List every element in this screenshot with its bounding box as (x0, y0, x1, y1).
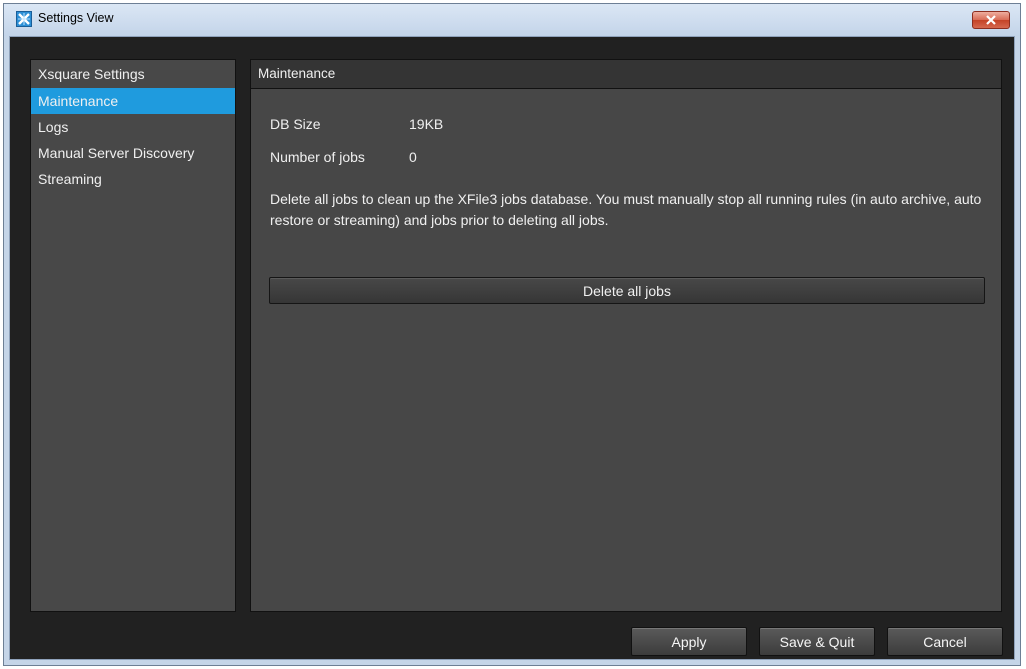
save-quit-button[interactable]: Save & Quit (759, 627, 875, 656)
jobs-count-row: Number of jobs 0 (270, 149, 417, 165)
close-x-icon (986, 15, 996, 25)
db-size-value: 19KB (409, 116, 444, 132)
jobs-count-label: Number of jobs (270, 149, 365, 165)
db-size-label: DB Size (270, 116, 321, 132)
sidebar-item-maintenance[interactable]: Maintenance (31, 88, 235, 114)
settings-window: Settings View Xsquare Settings Maintenan… (3, 3, 1021, 666)
close-button[interactable] (972, 11, 1010, 29)
jobs-count-value: 0 (409, 149, 417, 165)
sidebar-item-manual-server-discovery[interactable]: Manual Server Discovery (31, 140, 235, 166)
window-client-area: Xsquare Settings Maintenance Logs Manual… (9, 36, 1015, 660)
apply-button[interactable]: Apply (631, 627, 747, 656)
xfile-app-icon (16, 11, 32, 27)
panel-title: Maintenance (251, 60, 1001, 89)
title-bar[interactable]: Settings View (4, 4, 1020, 36)
db-size-row: DB Size 19KB (270, 116, 443, 132)
window-title: Settings View (38, 11, 114, 25)
maintenance-description: Delete all jobs to clean up the XFile3 j… (270, 191, 982, 228)
settings-sidebar: Xsquare Settings Maintenance Logs Manual… (30, 59, 236, 612)
sidebar-item-streaming[interactable]: Streaming (31, 166, 235, 192)
delete-all-jobs-button[interactable]: Delete all jobs (269, 277, 985, 304)
maintenance-panel: Maintenance DB Size 19KB Number of jobs … (250, 59, 1002, 612)
sidebar-header: Xsquare Settings (38, 66, 145, 82)
sidebar-item-logs[interactable]: Logs (31, 114, 235, 140)
cancel-button[interactable]: Cancel (887, 627, 1003, 656)
